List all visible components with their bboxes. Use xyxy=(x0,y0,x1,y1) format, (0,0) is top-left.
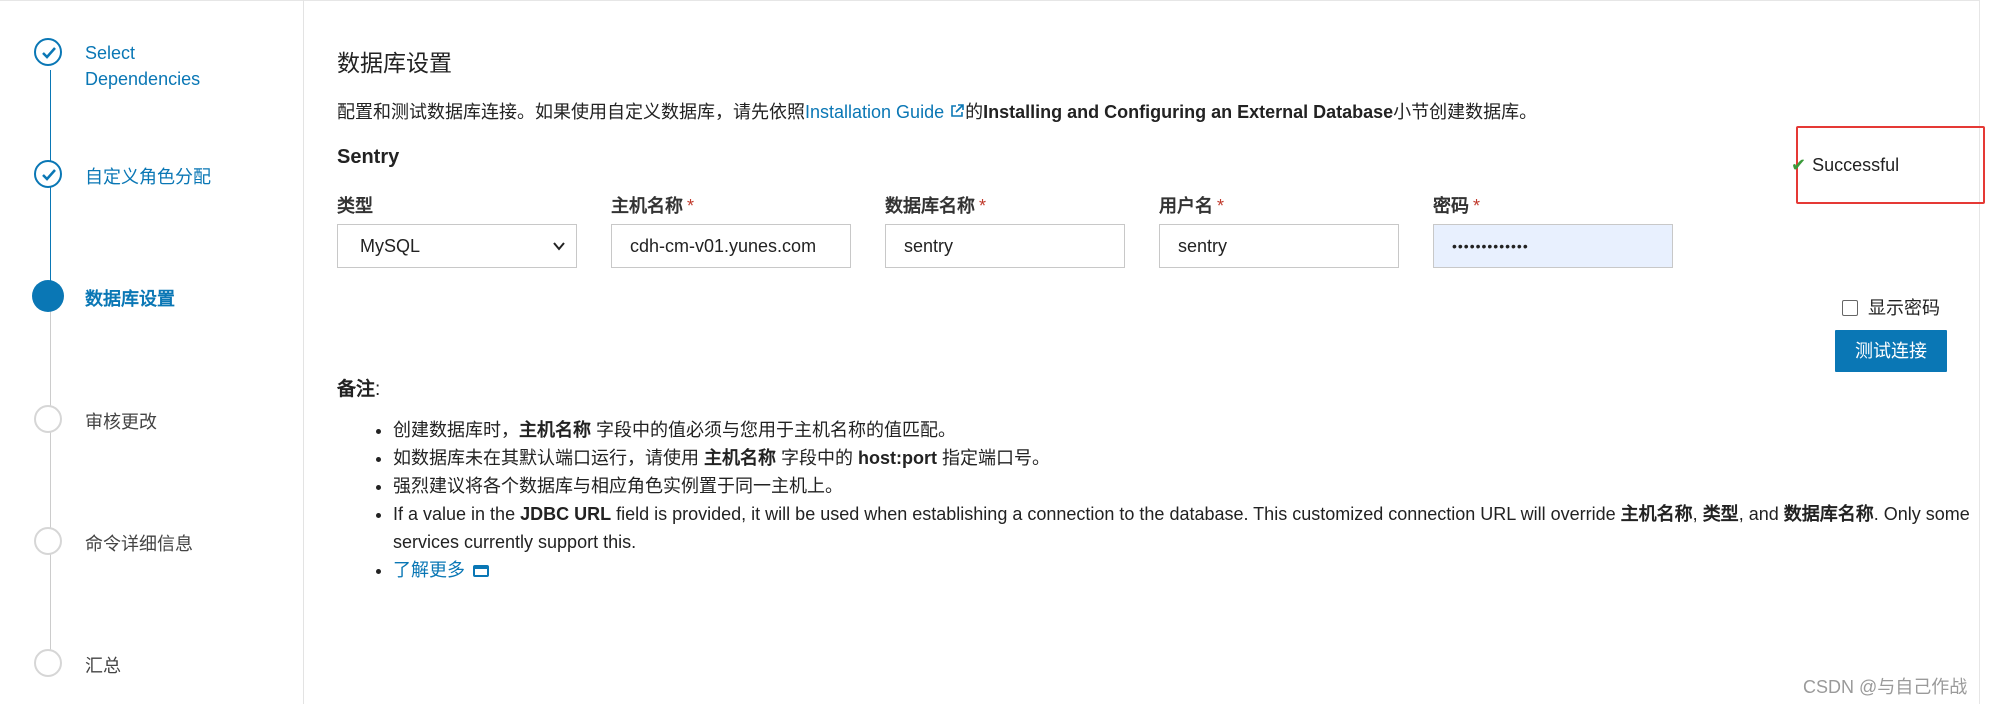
test-connection-button[interactable]: 测试连接 xyxy=(1835,330,1947,372)
label-text: 数据库名称 xyxy=(885,196,975,216)
intro-suffix: 小节创建数据库。 xyxy=(1393,102,1538,122)
required-marker: * xyxy=(687,196,695,216)
link-label: Installation Guide xyxy=(805,102,945,122)
step-label: 审核更改 xyxy=(85,412,157,432)
show-password-checkbox[interactable] xyxy=(1842,300,1858,316)
database-type-select[interactable]: MySQL xyxy=(337,224,577,268)
required-marker: * xyxy=(1217,196,1225,216)
step-label: Select Dependencies xyxy=(85,43,201,89)
connection-status: ✔ Successful xyxy=(1791,155,1899,176)
step-label: 命令详细信息 xyxy=(85,534,193,554)
label-text: 类型 xyxy=(337,196,373,216)
password-input[interactable]: ••••••••••••• xyxy=(1433,224,1673,268)
step-label: 自定义角色分配 xyxy=(85,167,211,187)
status-text: Successful xyxy=(1812,155,1900,175)
checkbox-label: 显示密码 xyxy=(1868,298,1940,318)
database-name-input[interactable]: sentry xyxy=(885,224,1125,268)
list-item: 强烈建议将各个数据库与相应角色实例置于同一主机上。 xyxy=(393,472,1989,500)
chevron-down-icon xyxy=(553,242,565,251)
watermark: CSDN @与自己作战 xyxy=(1803,677,1968,697)
installation-guide-link[interactable]: Installation Guide xyxy=(805,102,965,122)
label-text: 主机名称 xyxy=(611,196,683,216)
pending-step-icon xyxy=(34,405,62,433)
learn-more-link[interactable]: 了解更多 xyxy=(393,560,489,580)
notes-colon: : xyxy=(375,379,381,400)
intro-prefix: 配置和测试数据库连接。如果使用自定义数据库，请先依照 xyxy=(337,102,805,122)
current-step-icon xyxy=(32,280,64,312)
check-icon xyxy=(34,38,62,66)
input-value: cdh-cm-v01.yunes.com xyxy=(630,236,817,256)
pending-step-icon xyxy=(34,527,62,555)
dbname-label: 数据库名称 * xyxy=(885,192,986,218)
input-value: ••••••••••••• xyxy=(1452,238,1529,254)
password-label: 密码 * xyxy=(1433,192,1480,218)
step-label: 汇总 xyxy=(85,656,121,676)
external-link-icon xyxy=(951,104,964,117)
hostname-input[interactable]: cdh-cm-v01.yunes.com xyxy=(611,224,851,268)
label-text: 用户名 xyxy=(1159,196,1213,216)
page-title: 数据库设置 xyxy=(337,50,452,76)
intro-bold-section: Installing and Configuring an External D… xyxy=(983,102,1394,122)
show-password-toggle[interactable]: 显示密码 xyxy=(1842,294,1940,320)
required-marker: * xyxy=(979,196,987,216)
select-value: MySQL xyxy=(360,236,421,256)
check-icon xyxy=(34,160,62,188)
progress-track-todo xyxy=(50,296,51,666)
list-item: 创建数据库时，主机名称 字段中的值必须与您用于主机名称的值匹配。 xyxy=(393,416,1989,444)
input-value: sentry xyxy=(1178,236,1228,256)
required-marker: * xyxy=(1473,196,1481,216)
username-label: 用户名 * xyxy=(1159,192,1224,218)
label-text: 密码 xyxy=(1433,196,1469,216)
service-name: Sentry xyxy=(337,146,400,168)
username-input[interactable]: sentry xyxy=(1159,224,1399,268)
list-item: 了解更多 xyxy=(393,556,1989,584)
pending-step-icon xyxy=(34,649,62,677)
input-value: sentry xyxy=(904,236,954,256)
wizard-sidebar: Select Dependencies 自定义角色分配 数据库设置 审核更改 命… xyxy=(0,0,304,704)
host-label: 主机名称 * xyxy=(611,192,694,218)
window-icon xyxy=(473,565,489,577)
notes-title-text: 备注 xyxy=(337,379,376,400)
step-label: 数据库设置 xyxy=(85,289,175,309)
type-label: 类型 xyxy=(337,192,373,218)
intro-text: 配置和测试数据库连接。如果使用自定义数据库，请先依照Installation G… xyxy=(337,98,1537,124)
check-icon: ✔ xyxy=(1791,155,1807,175)
notes-list: 创建数据库时，主机名称 字段中的值必须与您用于主机名称的值匹配。 如数据库未在其… xyxy=(337,416,1989,584)
list-item: 如数据库未在其默认端口运行，请使用 主机名称 字段中的 host:port 指定… xyxy=(393,444,1989,472)
notes-title: 备注: xyxy=(337,374,380,401)
link-label: 了解更多 xyxy=(393,560,465,580)
intro-middle: 的 xyxy=(965,102,984,122)
list-item: If a value in the JDBC URL field is prov… xyxy=(393,500,1989,556)
